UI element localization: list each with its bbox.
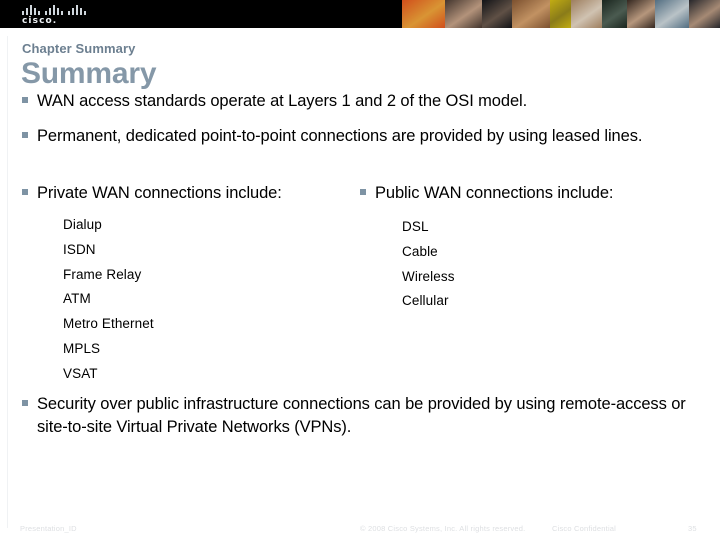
cisco-bar-8 — [53, 5, 55, 15]
private-connection-item: MPLS — [63, 340, 101, 356]
bullet-leased-lines: Permanent, dedicated point-to-point conn… — [22, 125, 687, 148]
bullet-text: Permanent, dedicated point-to-point conn… — [37, 127, 643, 145]
slide: cisco. Chapter Summary Summary WAN acces… — [0, 0, 720, 540]
private-connections-list: Dialup ISDN Frame Relay ATM Metro Ethernet MP… — [63, 213, 154, 387]
top-banner: cisco. — [0, 0, 720, 28]
private-connection-item: ISDN — [63, 241, 96, 257]
private-connection-item: Metro Ethernet — [63, 316, 154, 332]
people-photo-strip — [402, 0, 720, 28]
cisco-bar-13 — [72, 8, 74, 15]
photo-abstract-orange — [402, 0, 446, 28]
cisco-bar-2 — [30, 5, 32, 15]
bullet-marker-icon — [22, 97, 28, 103]
cisco-bar-4 — [38, 11, 40, 15]
photo-woman-portrait — [512, 0, 551, 28]
photo-lab-equipment — [601, 0, 628, 28]
cisco-logo-icon: cisco. — [22, 4, 92, 26]
cisco-bar-12 — [68, 11, 70, 15]
public-connection-item: Cellular — [402, 293, 449, 309]
bullet-marker-icon — [22, 189, 28, 195]
photo-man-white-shirt — [655, 0, 690, 28]
public-connection-item: Cable — [402, 243, 438, 259]
cisco-bar-6 — [45, 11, 47, 15]
bullet-security-vpn: Security over public infrastructure conn… — [22, 393, 692, 439]
cisco-bar-3 — [34, 8, 36, 15]
bullet-marker-icon — [22, 132, 28, 138]
cisco-bar-14 — [76, 5, 78, 15]
left-divider — [7, 36, 8, 528]
photo-woman-headscarf — [570, 0, 602, 28]
cisco-bar-9 — [57, 8, 59, 15]
bullet-text: WAN access standards operate at Layers 1… — [37, 92, 528, 110]
bullet-text: Security over public infrastructure conn… — [37, 395, 686, 436]
private-connection-item: Dialup — [63, 217, 102, 232]
private-connection-item: Frame Relay — [63, 266, 142, 282]
chapter-eyebrow: Chapter Summary — [22, 41, 136, 56]
photo-woman-dark-hair — [445, 0, 482, 28]
public-connections-list: DSL Cable Wireless Cellular — [402, 215, 455, 314]
bullet-text: Public WAN connections include: — [375, 184, 614, 202]
cisco-bar-15 — [80, 8, 82, 15]
private-connection-item: ATM — [63, 291, 91, 307]
bullet-marker-icon — [22, 400, 28, 406]
footer-presentation-id: Presentation_ID — [20, 524, 77, 533]
footer-page-number: 35 — [688, 524, 697, 533]
cisco-bar-1 — [26, 8, 28, 15]
bullet-marker-icon — [360, 189, 366, 195]
cisco-bar-16 — [84, 11, 86, 15]
photo-man-thinking — [481, 0, 513, 28]
bullet-public-wan-heading: Public WAN connections include: — [360, 182, 700, 205]
footer-copyright: © 2008 Cisco Systems, Inc. All rights re… — [360, 524, 526, 533]
cisco-wordmark: cisco. — [22, 16, 58, 26]
page-title: Summary — [21, 57, 157, 90]
bullet-wan-standards: WAN access standards operate at Layers 1… — [22, 90, 692, 113]
cisco-bar-7 — [49, 8, 51, 15]
cisco-bridge-bars-icon — [22, 4, 86, 15]
private-connection-item: VSAT — [63, 365, 98, 381]
photo-woman-asian — [627, 0, 656, 28]
cisco-bar-0 — [22, 11, 24, 15]
public-connection-item: Wireless — [402, 268, 455, 284]
footer-confidentiality: Cisco Confidential — [552, 524, 617, 533]
slide-footer: Presentation_ID © 2008 Cisco Systems, In… — [0, 524, 720, 538]
photo-man-cap — [689, 0, 720, 28]
public-connection-item: DSL — [402, 219, 429, 234]
bullet-text: Private WAN connections include: — [37, 184, 282, 202]
photo-yellow-fabric — [550, 0, 571, 28]
cisco-bar-10 — [61, 11, 63, 15]
bullet-private-wan-heading: Private WAN connections include: — [22, 182, 352, 205]
